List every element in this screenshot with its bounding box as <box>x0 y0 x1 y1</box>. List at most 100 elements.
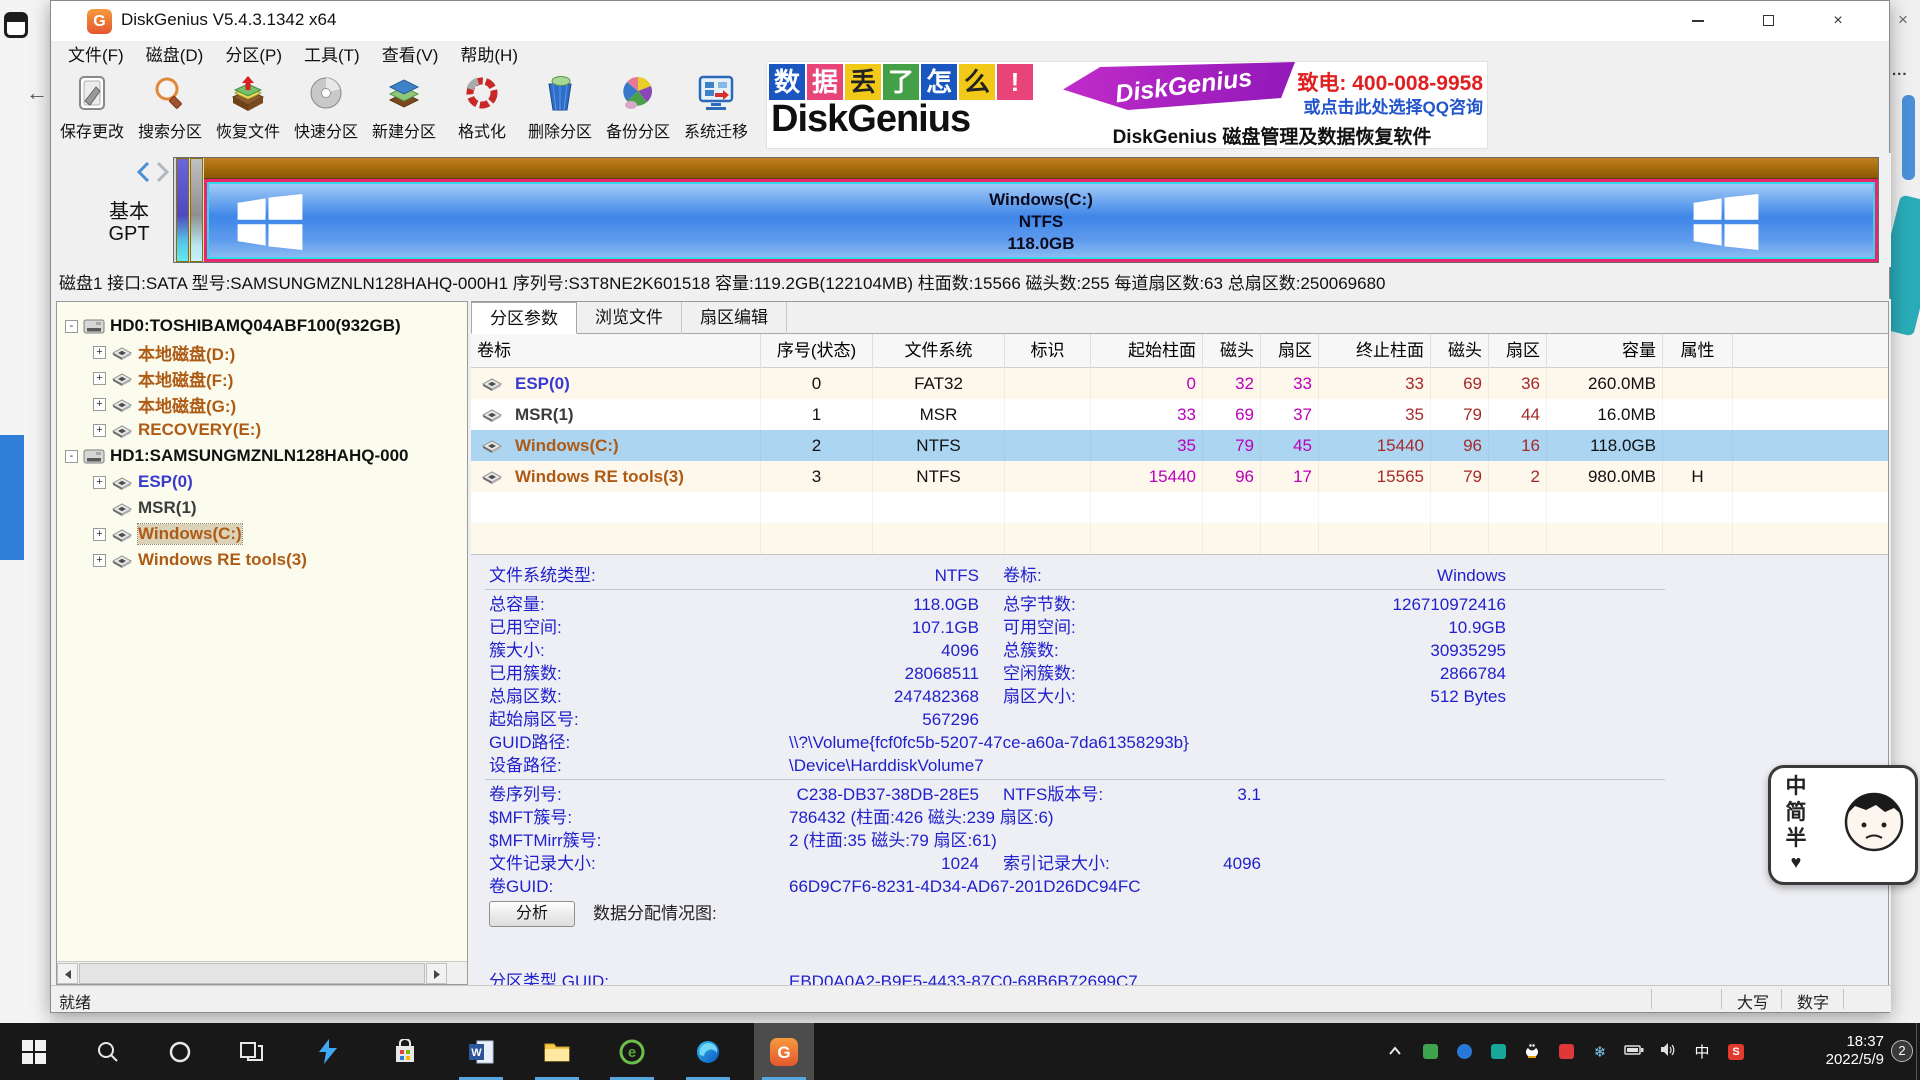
ime-widget[interactable]: 中简半 ♥ <box>1768 765 1918 885</box>
tree-item-2[interactable]: +本地磁盘(F:) <box>93 366 233 390</box>
tab-0[interactable]: 分区参数 <box>471 302 577 334</box>
menu-item-1[interactable]: 磁盘(D) <box>135 41 215 66</box>
disk-prev-icon[interactable] <box>135 161 151 183</box>
tree-item-8[interactable]: +Windows(C:) <box>93 522 242 546</box>
tree-expander-icon[interactable]: + <box>93 346 106 359</box>
minimize-button[interactable] <box>1675 1 1721 41</box>
taskbar-icon-diskgenius[interactable]: G <box>754 1023 814 1080</box>
tree-expander-icon[interactable]: + <box>93 372 106 385</box>
toolbar-button-new[interactable]: 新建分区 <box>365 65 443 151</box>
menu-item-2[interactable]: 分区(P) <box>214 41 293 66</box>
msr-partition-bar[interactable] <box>190 158 203 262</box>
esp-partition-bar[interactable] <box>176 158 189 262</box>
tree-item-7[interactable]: MSR(1) <box>93 496 197 520</box>
tray-green-app[interactable] <box>1414 1023 1446 1080</box>
menu-item-3[interactable]: 工具(T) <box>293 41 371 66</box>
ime-mode-0[interactable]: 中 <box>1783 774 1809 800</box>
tree-expander-icon[interactable]: + <box>93 476 106 489</box>
toolbar-button-format[interactable]: 格式化 <box>443 65 521 151</box>
show-desktop-button[interactable] <box>1916 1023 1920 1080</box>
column-header-5[interactable]: 磁头 <box>1203 334 1261 368</box>
tree-expander-icon[interactable]: + <box>93 528 106 541</box>
background-scrollbar[interactable] <box>1902 95 1915 180</box>
tree-item-5[interactable]: -HD1:SAMSUNGMZNLN128HAHQ-000 <box>65 444 409 468</box>
tray-red-app[interactable] <box>1550 1023 1582 1080</box>
tree-item-4[interactable]: +RECOVERY(E:) <box>93 418 261 442</box>
column-header-3[interactable]: 标识 <box>1005 334 1091 368</box>
taskbar-icon-explorer[interactable] <box>527 1023 587 1080</box>
taskbar-icon-store[interactable] <box>375 1023 435 1080</box>
tray-blue-app[interactable] <box>1448 1023 1480 1080</box>
tray-volume[interactable] <box>1652 1023 1684 1080</box>
toolbar-button-migrate[interactable]: 系统迁移 <box>677 65 755 151</box>
toolbar-button-backup[interactable]: 备份分区 <box>599 65 677 151</box>
scrollbar-thumb[interactable] <box>79 963 425 984</box>
column-header-9[interactable]: 扇区 <box>1489 334 1547 368</box>
tree-expander-icon[interactable]: + <box>93 398 106 411</box>
column-header-2[interactable]: 文件系统 <box>873 334 1005 368</box>
table-row-ESP(0)[interactable]: ESP(0)0FAT3203233336936260.0MB <box>471 368 1888 399</box>
disk-next-icon[interactable] <box>155 161 171 183</box>
tree-item-3[interactable]: +本地磁盘(G:) <box>93 392 236 416</box>
tray-qq[interactable] <box>1516 1023 1548 1080</box>
taskbar-icon-browser-e[interactable]: e <box>602 1023 662 1080</box>
tray-chevron-up[interactable] <box>1379 1023 1411 1080</box>
tray-teal-app[interactable] <box>1482 1023 1514 1080</box>
taskbar-clock[interactable]: 18:37 2022/5/9 <box>1758 1033 1884 1069</box>
tray-ime-zh[interactable]: 中 <box>1686 1023 1718 1080</box>
ime-mode-2[interactable]: 半 <box>1783 826 1809 852</box>
table-row-Windows RE tools(3)[interactable]: Windows RE tools(3)3NTFS1544096171556579… <box>471 461 1888 492</box>
scroll-right-icon[interactable] <box>426 963 447 984</box>
tree-item-9[interactable]: +Windows RE tools(3) <box>93 548 307 572</box>
tree-item-1[interactable]: +本地磁盘(D:) <box>93 340 235 364</box>
tray-sogou[interactable]: S <box>1720 1023 1752 1080</box>
toolbar-button-recover[interactable]: 恢复文件 <box>209 65 287 151</box>
background-close-icon[interactable]: × <box>1898 10 1908 30</box>
column-header-10[interactable]: 容量 <box>1547 334 1663 368</box>
tab-1[interactable]: 浏览文件 <box>577 302 682 334</box>
taskbar-icon-cortana[interactable] <box>150 1023 210 1080</box>
taskbar-icon-lightning[interactable] <box>298 1023 358 1080</box>
ad-banner[interactable]: 数据丢了怎么! DiskGenius DiskGenius 致电: 400-00… <box>766 61 1488 149</box>
tray-battery[interactable] <box>1618 1023 1650 1080</box>
tree-expander-icon[interactable]: - <box>65 450 78 463</box>
tree-expander-icon[interactable]: + <box>93 424 106 437</box>
toolbar-button-quick[interactable]: 快速分区 <box>287 65 365 151</box>
taskbar-icon-search[interactable] <box>78 1023 138 1080</box>
column-header-7[interactable]: 终止柱面 <box>1319 334 1431 368</box>
menu-item-0[interactable]: 文件(F) <box>57 41 135 66</box>
ime-mode-labels[interactable]: 中简半 <box>1783 774 1809 852</box>
windows-partition-bar[interactable]: Windows(C:) NTFS 118.0GB <box>204 158 1878 262</box>
notification-badge[interactable]: 2 <box>1891 1040 1913 1062</box>
tree-expander-icon[interactable]: - <box>65 320 78 333</box>
banner-qq-link[interactable]: 或点击此处选择QQ咨询 <box>1235 93 1483 118</box>
tab-2[interactable]: 扇区编辑 <box>682 302 787 334</box>
background-more-icon[interactable]: ... <box>1892 62 1908 79</box>
browser-back-icon[interactable]: ← <box>26 80 48 106</box>
ime-mode-1[interactable]: 简 <box>1783 800 1809 826</box>
menu-item-5[interactable]: 帮助(H) <box>449 41 529 66</box>
toolbar-button-save[interactable]: 保存更改 <box>53 65 131 151</box>
close-button[interactable]: × <box>1815 1 1861 41</box>
column-header-0[interactable]: 卷标 <box>471 334 761 368</box>
column-header-11[interactable]: 属性 <box>1663 334 1733 368</box>
toolbar-button-delete[interactable]: 删除分区 <box>521 65 599 151</box>
toolbar-button-search[interactable]: 搜索分区 <box>131 65 209 151</box>
tree-expander-icon[interactable]: + <box>93 554 106 567</box>
scroll-left-icon[interactable] <box>57 963 78 984</box>
table-row-Windows(C:)[interactable]: Windows(C:)2NTFS357945154409616118.0GB <box>471 430 1888 461</box>
tree-item-6[interactable]: +ESP(0) <box>93 470 193 494</box>
taskbar-icon-word[interactable]: W <box>451 1023 511 1080</box>
column-header-1[interactable]: 序号(状态) <box>761 334 873 368</box>
column-header-8[interactable]: 磁头 <box>1431 334 1489 368</box>
tree-item-0[interactable]: -HD0:TOSHIBAMQ04ABF100(932GB) <box>65 314 401 338</box>
menu-item-4[interactable]: 查看(V) <box>371 41 450 66</box>
maximize-button[interactable] <box>1745 1 1791 41</box>
taskbar-icon-start[interactable] <box>4 1023 64 1080</box>
tree-horizontal-scrollbar[interactable] <box>57 961 467 984</box>
analyze-button[interactable]: 分析 <box>489 901 575 927</box>
table-row-MSR(1)[interactable]: MSR(1)1MSR33693735794416.0MB <box>471 399 1888 430</box>
tray-snowflake[interactable]: ❄ <box>1584 1023 1616 1080</box>
taskbar-icon-edge[interactable] <box>678 1023 738 1080</box>
taskbar-icon-taskview[interactable] <box>222 1023 282 1080</box>
